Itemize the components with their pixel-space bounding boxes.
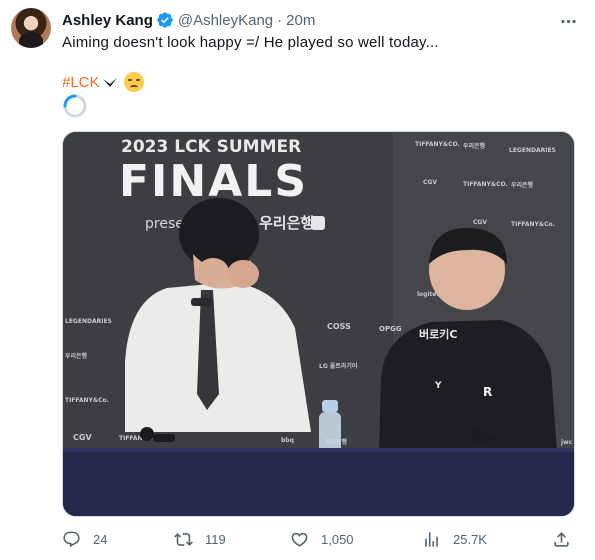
sponsor-mark: LEGENDARIES [65, 318, 112, 325]
svg-text:Y: Y [434, 381, 442, 391]
sponsor-mark: 우리은행 [65, 352, 88, 360]
sponsor-mark: COSS [327, 322, 351, 331]
share-icon [554, 531, 569, 547]
hashtag-line: #LCK [62, 71, 144, 93]
tweet-text: Aiming doesn't look happy =/ He played s… [62, 34, 439, 51]
sponsor-mark: jwc [560, 439, 573, 446]
views-button[interactable]: 25.7K [422, 528, 487, 550]
sponsor-mark: TIFFANY&Co. [511, 221, 555, 228]
views-count: 25.7K [453, 531, 487, 547]
like-button[interactable]: 1,050 [290, 528, 354, 550]
sponsor-mark: TIFFANY&Co. [65, 397, 109, 404]
sponsor-mark: LG 울트라기어 [319, 362, 357, 370]
tweet-photo[interactable]: 2023 LCK SUMMER FINALS presen 우리은행 TIFFA… [62, 131, 575, 517]
heart-icon [291, 532, 308, 547]
reply-button[interactable]: 24 [62, 528, 107, 550]
sponsor-mark: 우리은행 [463, 142, 486, 150]
share-button[interactable] [552, 528, 571, 550]
analytics-icon [425, 531, 438, 547]
hashtag-link[interactable]: #LCK [62, 74, 100, 91]
loading-spinner-icon [63, 94, 87, 118]
sponsor-mark: bbq [281, 437, 294, 444]
sponsor-mark: CGV [423, 179, 437, 186]
more-options-icon[interactable] [555, 8, 581, 34]
sponsor-mark: OPGG [379, 325, 402, 333]
retweet-button[interactable]: 119 [174, 528, 226, 550]
sponsor-mark: CGV [473, 219, 487, 226]
sponsor-mark: CGV [73, 433, 92, 442]
author-handle[interactable]: @AshleyKang [178, 12, 273, 29]
tweet-timestamp[interactable]: 20m [286, 12, 315, 29]
pensive-face-emoji-icon [123, 72, 144, 92]
press-conference-photo: 2023 LCK SUMMER FINALS presen 우리은행 TIFFA… [63, 132, 574, 516]
avatar[interactable] [11, 8, 51, 48]
svg-text:R: R [483, 385, 492, 399]
sponsor-mark: LEGENDARIES [509, 147, 556, 154]
author-name[interactable]: Ashley Kang [62, 12, 153, 29]
retweet-icon [174, 532, 193, 546]
backdrop-sponsor: 우리은행 [259, 214, 314, 232]
like-count: 1,050 [321, 531, 354, 547]
sponsor-mark: TIFFANY&CO. [415, 141, 460, 148]
conference-table [63, 450, 574, 516]
tweet-header: Ashley Kang @AshleyKang · 20m [62, 10, 315, 30]
tweet: Ashley Kang @AshleyKang · 20m Aiming doe… [0, 0, 595, 560]
sponsor-mark: 우리은행 [511, 181, 534, 189]
retweet-count: 119 [205, 531, 226, 547]
separator-dot: · [277, 11, 283, 29]
verified-badge-icon [157, 12, 173, 28]
sponsor-mark: TIFFANY&CO. [463, 181, 508, 188]
lck-hashflag-icon [102, 78, 117, 87]
backdrop-title-line1: 2023 LCK SUMMER [121, 137, 301, 157]
reply-icon [63, 531, 80, 547]
water-bottle [319, 400, 341, 454]
action-bar: 24 119 1,050 25.7K [62, 528, 575, 550]
reply-count: 24 [93, 531, 108, 547]
shirt-text: 버로키C [419, 327, 457, 341]
